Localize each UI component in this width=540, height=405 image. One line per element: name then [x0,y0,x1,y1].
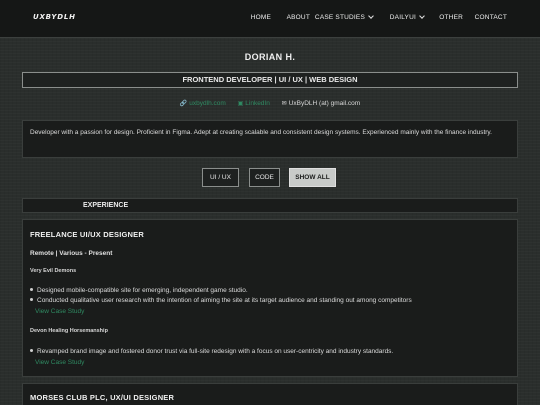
nav-home[interactable]: HOME [251,14,271,21]
experience-heading: EXPERIENCE [83,202,129,209]
job-card: MORSES CLUB PLC, UX/UI DESIGNER [22,383,518,405]
site-logo[interactable]: UXBYDLH [33,13,76,21]
list-item: Conducted qualitative user research with… [30,297,412,304]
job-card: FREELANCE UI/UX DESIGNER Remote | Variou… [22,219,518,377]
view-case-study-link[interactable]: View Case Study [35,359,84,366]
website-link[interactable]: 🔗 uxbydlh.com [180,100,226,107]
client-name: Very Evil Demons [30,268,77,274]
nav-other[interactable]: OTHER [439,14,463,21]
nav-case-studies-label: CASE STUDIES [314,14,365,21]
experience-header: EXPERIENCE [22,198,518,213]
filter-ui-ux-button[interactable]: UI / UX [202,168,239,187]
list-item: Designed mobile-compatible site for emer… [30,287,248,294]
bullet-icon [30,288,33,291]
contact-links: 🔗 uxbydlh.com ▣ LinkedIn ✉ UxByDLH (at) gma… [0,100,540,107]
email-contact: ✉ UxByDLH (at) gmail.com [282,100,361,107]
filter-show-all-button[interactable]: SHOW ALL [289,168,336,187]
job-meta: Remote | Various - Present [30,250,113,257]
list-item: Revamped brand image and fostered donor … [30,348,393,355]
navbar: UXBYDLH HOME ABOUT CASE STUDIES DAILYUI … [0,0,540,38]
chevron-down-icon [368,13,374,19]
job-title: MORSES CLUB PLC, UX/UI DESIGNER [30,393,175,402]
linkedin-link-label: LinkedIn [245,100,270,107]
profile-title: FRONTEND DEVELOPER | UI / UX | WEB DESIG… [22,72,518,88]
view-case-study-link[interactable]: View Case Study [35,308,84,315]
job-title: FREELANCE UI/UX DESIGNER [30,230,144,239]
nav-contact[interactable]: CONTACT [475,14,507,21]
nav-dailyui[interactable]: DAILYUI [389,13,425,21]
profile-bio: Developer with a passion for design. Pro… [22,120,518,158]
filter-code-button[interactable]: CODE [249,168,280,187]
bullet-icon [30,349,33,352]
nav-about[interactable]: ABOUT [287,14,310,21]
profile-name: DORIAN H. [244,52,296,62]
linkedin-icon: ▣ [237,101,244,107]
list-item-text: Designed mobile-compatible site for emer… [37,287,248,294]
email-label: UxByDLH (at) gmail.com [288,100,361,107]
list-item-text: Revamped brand image and fostered donor … [37,348,394,355]
link-icon: 🔗 [179,101,188,107]
nav-dailyui-label: DAILYUI [389,14,416,21]
website-link-label: uxbydlh.com [189,100,226,107]
list-item-text: Conducted qualitative user research with… [37,297,412,304]
linkedin-link[interactable]: ▣ LinkedIn [238,100,270,107]
chevron-down-icon [419,13,425,19]
bullet-icon [30,298,33,301]
client-name: Devon Healing Horsemanship [30,328,108,334]
nav-case-studies[interactable]: CASE STUDIES [314,13,374,21]
mail-icon: ✉ [281,101,287,107]
